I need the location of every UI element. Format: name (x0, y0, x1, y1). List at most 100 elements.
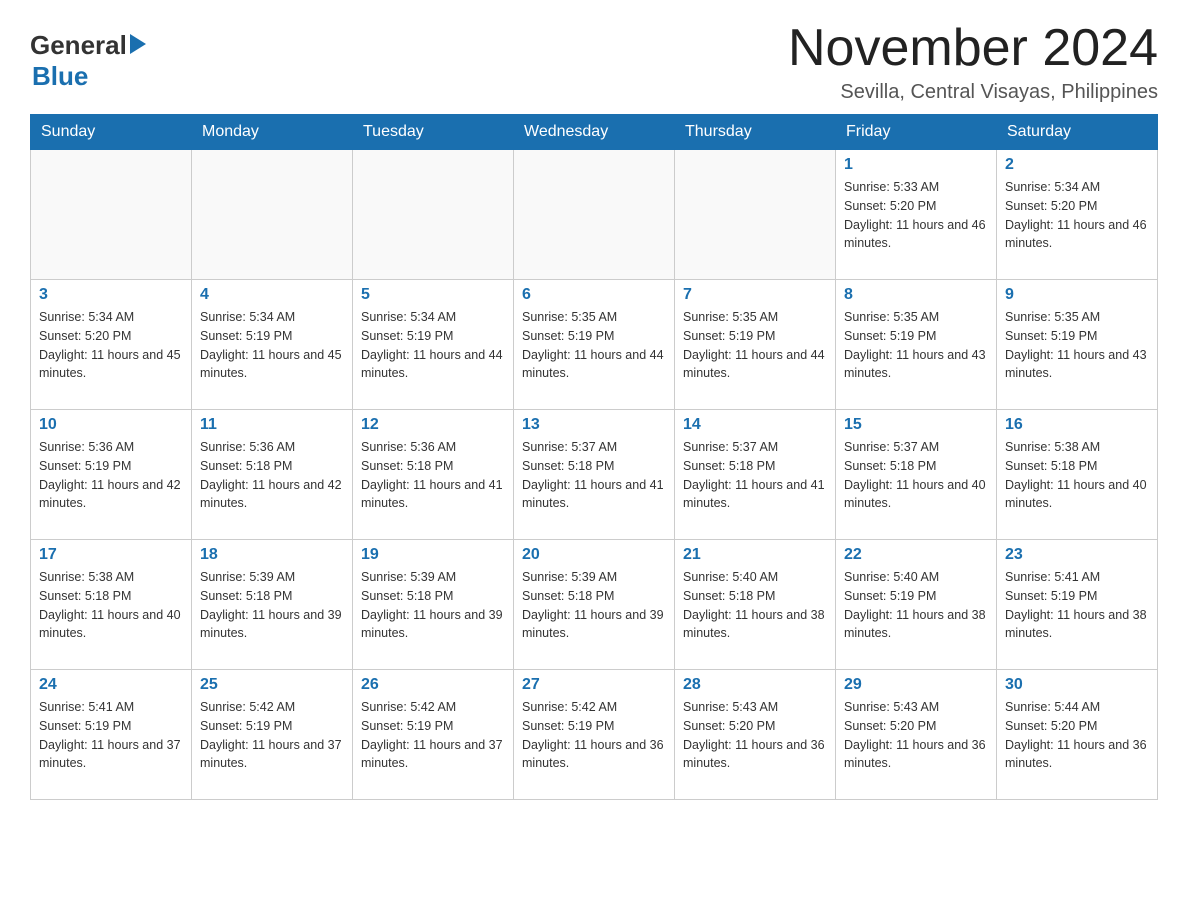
day-info: Sunrise: 5:34 AMSunset: 5:20 PMDaylight:… (1005, 178, 1149, 253)
day-info: Sunrise: 5:44 AMSunset: 5:20 PMDaylight:… (1005, 698, 1149, 773)
calendar-cell: 26Sunrise: 5:42 AMSunset: 5:19 PMDayligh… (353, 670, 514, 800)
calendar-cell: 16 Sunrise: 5:38 AMSunset: 5:18 PMDayligh… (997, 410, 1158, 540)
day-number: 25 (200, 676, 344, 694)
calendar-week-row: 1 Sunrise: 5:33 AMSunset: 5:20 PMDaylight… (31, 150, 1158, 280)
day-number: 9 (1005, 286, 1149, 304)
day-info: Sunrise: 5:37 AMSunset: 5:18 PMDaylight:… (844, 438, 988, 513)
calendar-cell: 23 Sunrise: 5:41 AMSunset: 5:19 PMDayligh… (997, 540, 1158, 670)
day-number: 1 (844, 156, 988, 174)
day-header-tuesday: Tuesday (353, 115, 514, 150)
day-number: 5 (361, 286, 505, 304)
day-number: 28 (683, 676, 827, 694)
month-title: November 2024 (788, 20, 1158, 77)
calendar-cell: 7 Sunrise: 5:35 AMSunset: 5:19 PMDaylight… (675, 280, 836, 410)
day-info: Sunrise: 5:34 AMSunset: 5:20 PMDaylight:… (39, 308, 183, 383)
day-info: Sunrise: 5:40 AMSunset: 5:18 PMDaylight:… (683, 568, 827, 643)
calendar-cell: 2 Sunrise: 5:34 AMSunset: 5:20 PMDaylight… (997, 150, 1158, 280)
day-number: 15 (844, 416, 988, 434)
day-info: Sunrise: 5:43 AMSunset: 5:20 PMDaylight:… (844, 698, 988, 773)
logo-arrow-icon (130, 34, 146, 54)
day-info: Sunrise: 5:39 AMSunset: 5:18 PMDaylight:… (200, 568, 344, 643)
day-header-monday: Monday (192, 115, 353, 150)
day-info: Sunrise: 5:35 AMSunset: 5:19 PMDaylight:… (1005, 308, 1149, 383)
calendar-week-row: 24Sunrise: 5:41 AMSunset: 5:19 PMDayligh… (31, 670, 1158, 800)
day-info: Sunrise: 5:35 AMSunset: 5:19 PMDaylight:… (683, 308, 827, 383)
calendar-cell: 5Sunrise: 5:34 AMSunset: 5:19 PMDaylight… (353, 280, 514, 410)
calendar-cell: 10Sunrise: 5:36 AMSunset: 5:19 PMDayligh… (31, 410, 192, 540)
logo: General Blue (30, 30, 146, 92)
calendar-cell: 29 Sunrise: 5:43 AMSunset: 5:20 PMDayligh… (836, 670, 997, 800)
day-number: 19 (361, 546, 505, 564)
day-number: 29 (844, 676, 988, 694)
day-info: Sunrise: 5:35 AMSunset: 5:19 PMDaylight:… (844, 308, 988, 383)
day-number: 14 (683, 416, 827, 434)
calendar-cell: 20 Sunrise: 5:39 AMSunset: 5:18 PMDayligh… (514, 540, 675, 670)
calendar-cell: 12Sunrise: 5:36 AMSunset: 5:18 PMDayligh… (353, 410, 514, 540)
day-number: 3 (39, 286, 183, 304)
calendar-cell (514, 150, 675, 280)
day-number: 21 (683, 546, 827, 564)
day-info: Sunrise: 5:39 AMSunset: 5:18 PMDaylight:… (361, 568, 505, 643)
day-number: 10 (39, 416, 183, 434)
calendar-table: SundayMondayTuesdayWednesdayThursdayFrid… (30, 114, 1158, 800)
header-right: November 2024 Sevilla, Central Visayas, … (788, 20, 1158, 104)
calendar-cell: 9 Sunrise: 5:35 AMSunset: 5:19 PMDaylight… (997, 280, 1158, 410)
day-info: Sunrise: 5:37 AMSunset: 5:18 PMDaylight:… (522, 438, 666, 513)
day-header-sunday: Sunday (31, 115, 192, 150)
day-info: Sunrise: 5:36 AMSunset: 5:18 PMDaylight:… (361, 438, 505, 513)
day-info: Sunrise: 5:38 AMSunset: 5:18 PMDaylight:… (1005, 438, 1149, 513)
day-number: 13 (522, 416, 666, 434)
calendar-cell: 19 Sunrise: 5:39 AMSunset: 5:18 PMDayligh… (353, 540, 514, 670)
calendar-header-row: SundayMondayTuesdayWednesdayThursdayFrid… (31, 115, 1158, 150)
day-info: Sunrise: 5:37 AMSunset: 5:18 PMDaylight:… (683, 438, 827, 513)
calendar-cell (353, 150, 514, 280)
calendar-week-row: 3 Sunrise: 5:34 AMSunset: 5:20 PMDaylight… (31, 280, 1158, 410)
calendar-cell: 17 Sunrise: 5:38 AMSunset: 5:18 PMDayligh… (31, 540, 192, 670)
calendar-cell: 21 Sunrise: 5:40 AMSunset: 5:18 PMDayligh… (675, 540, 836, 670)
calendar-cell: 22 Sunrise: 5:40 AMSunset: 5:19 PMDayligh… (836, 540, 997, 670)
day-header-wednesday: Wednesday (514, 115, 675, 150)
page-header: General Blue November 2024 Sevilla, Cent… (30, 20, 1158, 104)
day-number: 18 (200, 546, 344, 564)
calendar-cell: 24Sunrise: 5:41 AMSunset: 5:19 PMDayligh… (31, 670, 192, 800)
calendar-cell: 25 Sunrise: 5:42 AMSunset: 5:19 PMDayligh… (192, 670, 353, 800)
day-number: 7 (683, 286, 827, 304)
location: Sevilla, Central Visayas, Philippines (788, 81, 1158, 104)
day-number: 27 (522, 676, 666, 694)
day-number: 22 (844, 546, 988, 564)
day-number: 20 (522, 546, 666, 564)
day-info: Sunrise: 5:39 AMSunset: 5:18 PMDaylight:… (522, 568, 666, 643)
day-info: Sunrise: 5:33 AMSunset: 5:20 PMDaylight:… (844, 178, 988, 253)
day-number: 23 (1005, 546, 1149, 564)
calendar-cell: 6 Sunrise: 5:35 AMSunset: 5:19 PMDaylight… (514, 280, 675, 410)
calendar-cell: 4 Sunrise: 5:34 AMSunset: 5:19 PMDaylight… (192, 280, 353, 410)
calendar-cell: 13 Sunrise: 5:37 AMSunset: 5:18 PMDayligh… (514, 410, 675, 540)
calendar-cell: 15 Sunrise: 5:37 AMSunset: 5:18 PMDayligh… (836, 410, 997, 540)
logo-general-text: General (30, 30, 127, 61)
day-info: Sunrise: 5:40 AMSunset: 5:19 PMDaylight:… (844, 568, 988, 643)
day-info: Sunrise: 5:38 AMSunset: 5:18 PMDaylight:… (39, 568, 183, 643)
day-number: 16 (1005, 416, 1149, 434)
day-info: Sunrise: 5:42 AMSunset: 5:19 PMDaylight:… (200, 698, 344, 773)
logo-blue-text: Blue (32, 61, 88, 91)
day-number: 6 (522, 286, 666, 304)
calendar-cell (192, 150, 353, 280)
day-header-saturday: Saturday (997, 115, 1158, 150)
calendar-cell (675, 150, 836, 280)
day-info: Sunrise: 5:36 AMSunset: 5:18 PMDaylight:… (200, 438, 344, 513)
day-header-friday: Friday (836, 115, 997, 150)
calendar-cell: 28Sunrise: 5:43 AMSunset: 5:20 PMDayligh… (675, 670, 836, 800)
day-info: Sunrise: 5:41 AMSunset: 5:19 PMDaylight:… (1005, 568, 1149, 643)
day-number: 24 (39, 676, 183, 694)
day-info: Sunrise: 5:35 AMSunset: 5:19 PMDaylight:… (522, 308, 666, 383)
day-number: 17 (39, 546, 183, 564)
calendar-cell: 27 Sunrise: 5:42 AMSunset: 5:19 PMDayligh… (514, 670, 675, 800)
day-number: 8 (844, 286, 988, 304)
day-info: Sunrise: 5:34 AMSunset: 5:19 PMDaylight:… (200, 308, 344, 383)
day-number: 2 (1005, 156, 1149, 174)
day-info: Sunrise: 5:42 AMSunset: 5:19 PMDaylight:… (522, 698, 666, 773)
calendar-cell (31, 150, 192, 280)
day-number: 4 (200, 286, 344, 304)
day-header-thursday: Thursday (675, 115, 836, 150)
calendar-week-row: 10Sunrise: 5:36 AMSunset: 5:19 PMDayligh… (31, 410, 1158, 540)
